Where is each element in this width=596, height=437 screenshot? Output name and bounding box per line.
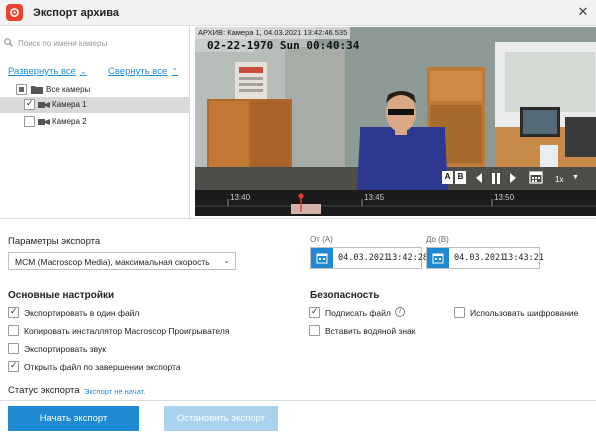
app-logo-icon: [6, 4, 23, 21]
folder-icon: [31, 86, 43, 94]
from-time[interactable]: 13:42:28: [387, 253, 428, 263]
archive-caption: АРХИВ: Камера 1, 04.03.2021 13:42:46.535: [195, 27, 351, 39]
divider: [0, 218, 596, 219]
from-label: От (А): [310, 235, 333, 244]
marker-a-button[interactable]: A: [442, 171, 453, 184]
checkbox[interactable]: [8, 343, 19, 354]
speed-dropdown-icon[interactable]: ▼: [572, 174, 579, 181]
from-datetime-field[interactable]: 04.03.2021 13:42:28: [310, 247, 428, 269]
timeline-tick-label: 13:40: [230, 193, 251, 202]
info-icon[interactable]: i: [395, 307, 405, 317]
calendar-icon[interactable]: [311, 248, 333, 268]
to-date[interactable]: 04.03.2021: [454, 253, 505, 263]
main-settings-title: Основные настройки: [8, 290, 115, 301]
tree-row-camera-1[interactable]: Камера 1: [0, 97, 190, 113]
camera-list-panel: Развернуть все⌄ Свернуть все⌃ Все камеры…: [0, 26, 190, 218]
search-icon: [4, 38, 13, 47]
checkbox[interactable]: [8, 325, 19, 336]
collapse-all-link[interactable]: Свернуть все ⌃: [108, 66, 178, 77]
chevron-down-icon: ⌄: [79, 67, 87, 76]
expand-all-link[interactable]: Развернуть все ⌄: [8, 66, 87, 77]
camera-2-label: Камера 2: [52, 117, 87, 126]
checkbox[interactable]: [454, 307, 465, 318]
camera-frame-image: [195, 27, 596, 216]
osd-timestamp: 02-22-1970 Sun 00:40:34: [207, 39, 360, 52]
window-title: Экспорт архива: [33, 7, 119, 19]
all-cameras-checkbox[interactable]: [16, 84, 27, 95]
chevron-down-icon: ⌄: [223, 256, 230, 265]
export-params-label: Параметры экспорта: [8, 236, 101, 247]
export-status-value: Экспорт не начат.: [84, 387, 146, 396]
checkbox[interactable]: [309, 325, 320, 336]
pause-icon[interactable]: [491, 173, 501, 184]
to-datetime-field[interactable]: 04.03.2021 13:43:21: [426, 247, 544, 269]
camera-search-input[interactable]: [18, 36, 184, 50]
timeline-tick-label: 13:45: [364, 193, 385, 202]
checkbox[interactable]: [8, 360, 19, 372]
camera-2-checkbox[interactable]: [24, 116, 35, 127]
playback-speed[interactable]: 1x: [555, 175, 563, 184]
to-time[interactable]: 13:43:21: [503, 253, 544, 263]
checkbox[interactable]: [309, 306, 320, 318]
all-cameras-label: Все камеры: [46, 85, 91, 94]
start-export-button[interactable]: Начать экспорт: [8, 406, 139, 431]
export-status-label: Статус экспорта: [8, 385, 80, 396]
timeline-tick-label: 13:50: [494, 193, 515, 202]
chevron-up-icon: ⌃: [171, 67, 178, 76]
export-format-select[interactable]: MCM (Macroscop Media), максимальная скор…: [8, 252, 236, 270]
calendar-icon[interactable]: [529, 170, 543, 184]
camera-search: [4, 36, 186, 50]
tree-row-camera-2[interactable]: Камера 2: [0, 114, 190, 130]
close-icon[interactable]: ✕: [576, 4, 590, 20]
security-title: Безопасность: [310, 290, 380, 301]
camera-icon: [38, 102, 50, 108]
from-date[interactable]: 04.03.2021: [338, 253, 389, 263]
calendar-icon[interactable]: [427, 248, 449, 268]
checkbox[interactable]: [8, 306, 19, 318]
timeline-bar[interactable]: 13:40 13:45 13:50: [195, 190, 596, 216]
stop-export-button[interactable]: Остановить экспорт: [164, 406, 278, 431]
step-back-icon[interactable]: [475, 173, 483, 183]
timeline-scale: [195, 193, 596, 214]
camera-icon: [38, 119, 50, 125]
camera-1-label: Камера 1: [52, 100, 87, 109]
camera-1-checkbox[interactable]: [24, 98, 35, 110]
tree-row-all-cameras[interactable]: Все камеры: [0, 82, 190, 98]
marker-b-button[interactable]: B: [455, 171, 466, 184]
video-preview[interactable]: АРХИВ: Камера 1, 04.03.2021 13:42:46.535…: [195, 27, 596, 216]
title-bar: Экспорт архива ✕: [0, 0, 596, 26]
to-label: До (В): [426, 235, 449, 244]
step-forward-icon[interactable]: [509, 173, 517, 183]
